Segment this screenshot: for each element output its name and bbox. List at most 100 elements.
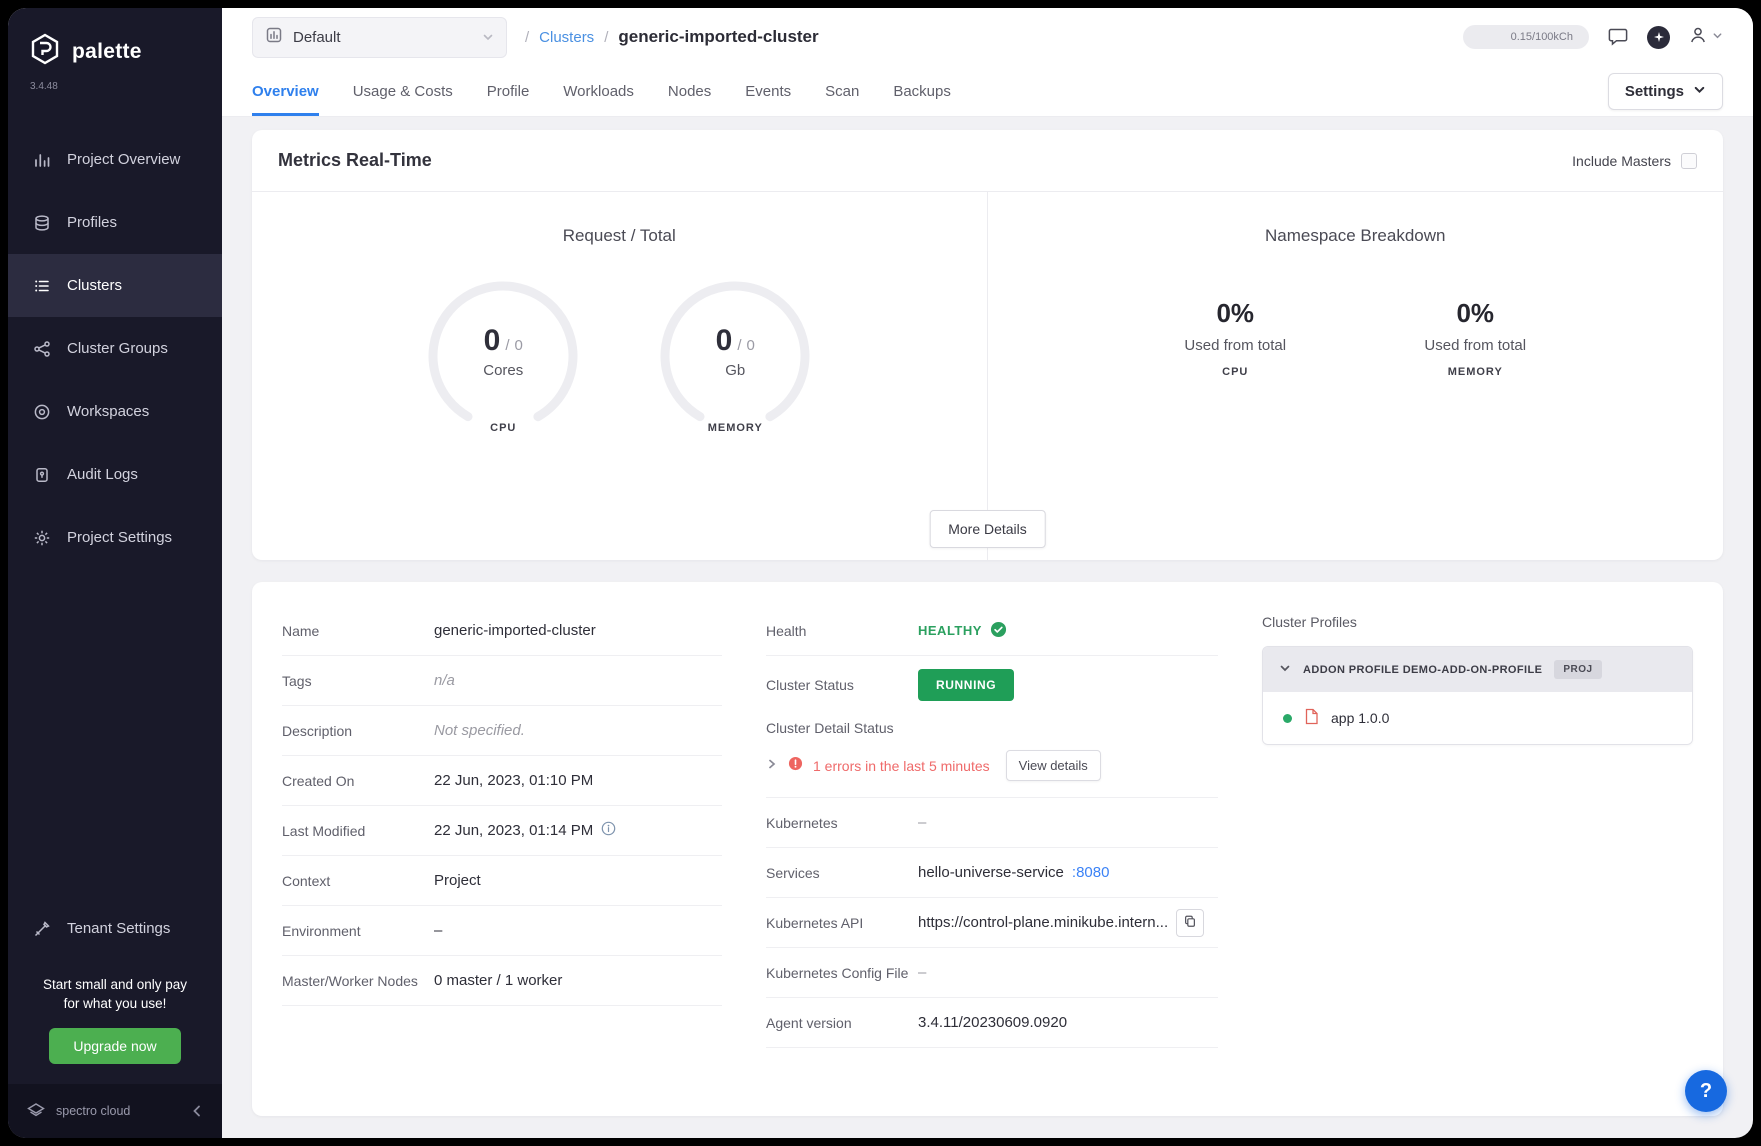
profile-pack-row[interactable]: app 1.0.0: [1263, 692, 1692, 744]
whats-new-button[interactable]: [1647, 26, 1670, 49]
app-window: palette 3.4.48 Project Overview Profiles: [8, 8, 1753, 1138]
cluster-profiles-column: Cluster Profiles ADDON PROFILE DEMO-ADD-…: [1262, 606, 1693, 1080]
tab-events[interactable]: Events: [745, 66, 791, 116]
project-settings-icon: [32, 528, 52, 548]
gauges: 0 / 0 Cores CPU: [423, 276, 815, 446]
kubernetes-label: Kubernetes: [766, 815, 918, 831]
config-file-value: –: [918, 964, 926, 981]
project-selector[interactable]: Default: [252, 17, 507, 58]
project-scope-badge: PROJ: [1554, 660, 1601, 679]
tab-usage-costs[interactable]: Usage & Costs: [353, 66, 453, 116]
chevron-right-icon[interactable]: [766, 757, 778, 775]
project-selector-value: Default: [293, 29, 341, 46]
sidebar-item-profiles[interactable]: Profiles: [8, 191, 222, 254]
chevron-down-icon: [482, 31, 494, 43]
info-row-environment: Environment –: [282, 906, 722, 956]
upgrade-promo-text: Start small and only pay for what you us…: [8, 976, 222, 1014]
cpu-request-value: 0: [484, 324, 501, 358]
sidebar-item-project-settings[interactable]: Project Settings: [8, 506, 222, 569]
tab-overview[interactable]: Overview: [252, 66, 319, 116]
gauge-separator: /: [737, 337, 741, 354]
info-label: Created On: [282, 773, 434, 789]
chevron-down-icon: [1693, 83, 1706, 100]
chevron-down-icon: [1279, 661, 1291, 679]
sidebar-item-label: Project Overview: [67, 151, 180, 168]
chat-button[interactable]: [1607, 25, 1629, 50]
view-details-button[interactable]: View details: [1006, 750, 1101, 781]
pack-manifest-icon: [1304, 708, 1319, 728]
error-row: 1 errors in the last 5 minutes View deta…: [766, 750, 1218, 781]
user-menu[interactable]: [1688, 25, 1723, 50]
info-value: 22 Jun, 2023, 01:10 PM: [434, 772, 593, 789]
namespace-breakdown-title: Namespace Breakdown: [1265, 226, 1445, 246]
last-modified-value: 22 Jun, 2023, 01:14 PM: [434, 822, 593, 839]
info-label: Environment: [282, 923, 434, 939]
cluster-settings-button[interactable]: Settings: [1608, 73, 1723, 110]
help-button[interactable]: ?: [1685, 1070, 1727, 1112]
main-area: Default / Clusters / generic-imported-cl…: [222, 8, 1753, 1138]
sidebar-collapse-icon[interactable]: [190, 1104, 204, 1118]
cpu-metric-label: CPU: [1165, 366, 1305, 378]
request-total-title: Request / Total: [563, 226, 676, 246]
more-details-button[interactable]: More Details: [929, 510, 1046, 548]
breadcrumb-clusters-link[interactable]: Clusters: [539, 29, 594, 46]
tab-backups[interactable]: Backups: [893, 66, 951, 116]
kubernetes-api-label: Kubernetes API: [766, 915, 918, 931]
sidebar-item-label: Project Settings: [67, 529, 172, 546]
memory-gauge-unit: Gb: [725, 362, 745, 379]
metrics-realtime-card: Metrics Real-Time Include Masters Reques…: [252, 130, 1723, 560]
cpu-gauge-metric-label: CPU: [423, 422, 583, 434]
copy-button[interactable]: [1176, 909, 1204, 937]
cluster-status-label: Cluster Status: [766, 677, 918, 693]
project-scope-icon: [265, 26, 283, 49]
error-message: 1 errors in the last 5 minutes: [813, 758, 990, 774]
cpu-gauge: 0 / 0 Cores CPU: [423, 276, 583, 446]
info-label: Master/Worker Nodes: [282, 973, 434, 989]
sidebar-item-label: Clusters: [67, 277, 122, 294]
memory-used-caption: Used from total: [1405, 337, 1545, 354]
tab-profile[interactable]: Profile: [487, 66, 530, 116]
info-value: Project: [434, 872, 481, 889]
sidebar: palette 3.4.48 Project Overview Profiles: [8, 8, 222, 1138]
kubernetes-row: Kubernetes –: [766, 798, 1218, 848]
tab-workloads[interactable]: Workloads: [563, 66, 634, 116]
tab-nodes[interactable]: Nodes: [668, 66, 711, 116]
cluster-status-column: Health HEALTHY Cluster Status RUNNING: [766, 606, 1218, 1080]
api-url-text: https://control-plane.minikube.intern...: [918, 914, 1168, 931]
sidebar-nav: Project Overview Profiles Clusters Clust…: [8, 128, 222, 569]
memory-used-percent: 0%: [1405, 298, 1545, 329]
sidebar-item-clusters[interactable]: Clusters: [8, 254, 222, 317]
include-masters-checkbox[interactable]: [1681, 153, 1697, 169]
info-row-name: Name generic-imported-cluster: [282, 606, 722, 656]
request-total-section: Request / Total 0 / 0: [252, 192, 988, 560]
metrics-card-header: Metrics Real-Time Include Masters: [252, 130, 1723, 192]
tab-scan[interactable]: Scan: [825, 66, 859, 116]
service-port-link[interactable]: :8080: [1072, 864, 1110, 881]
upgrade-now-button[interactable]: Upgrade now: [49, 1028, 180, 1064]
sidebar-item-audit-logs[interactable]: Audit Logs: [8, 443, 222, 506]
spectro-cloud-logo-icon: [26, 1101, 46, 1122]
sidebar-item-tenant-settings[interactable]: Tenant Settings: [8, 897, 222, 960]
info-icon[interactable]: [601, 821, 616, 840]
cluster-detail-status-block: Cluster Detail Status 1 errors in the la…: [766, 714, 1218, 798]
cluster-settings-label: Settings: [1625, 83, 1684, 100]
sidebar-item-workspaces[interactable]: Workspaces: [8, 380, 222, 443]
brand: palette: [8, 8, 222, 75]
service-name: hello-universe-service: [918, 864, 1064, 881]
cpu-gauge-values: 0 / 0: [484, 324, 523, 358]
memory-request-value: 0: [716, 324, 733, 358]
sidebar-item-project-overview[interactable]: Project Overview: [8, 128, 222, 191]
memory-metric-label: MEMORY: [1405, 366, 1545, 378]
kubernetes-value: –: [918, 814, 926, 831]
profile-accordion-header[interactable]: ADDON PROFILE DEMO-ADD-ON-PROFILE PROJ: [1263, 647, 1692, 692]
gauge-separator: /: [505, 337, 509, 354]
info-label: Description: [282, 723, 434, 739]
sidebar-item-label: Profiles: [67, 214, 117, 231]
info-row-master-worker: Master/Worker Nodes 0 master / 1 worker: [282, 956, 722, 1006]
chat-icon: [1607, 25, 1629, 50]
workspaces-icon: [32, 402, 52, 422]
include-masters-label: Include Masters: [1572, 153, 1671, 169]
info-value: 0 master / 1 worker: [434, 972, 562, 989]
sidebar-item-cluster-groups[interactable]: Cluster Groups: [8, 317, 222, 380]
palette-logo-icon: [28, 32, 62, 71]
